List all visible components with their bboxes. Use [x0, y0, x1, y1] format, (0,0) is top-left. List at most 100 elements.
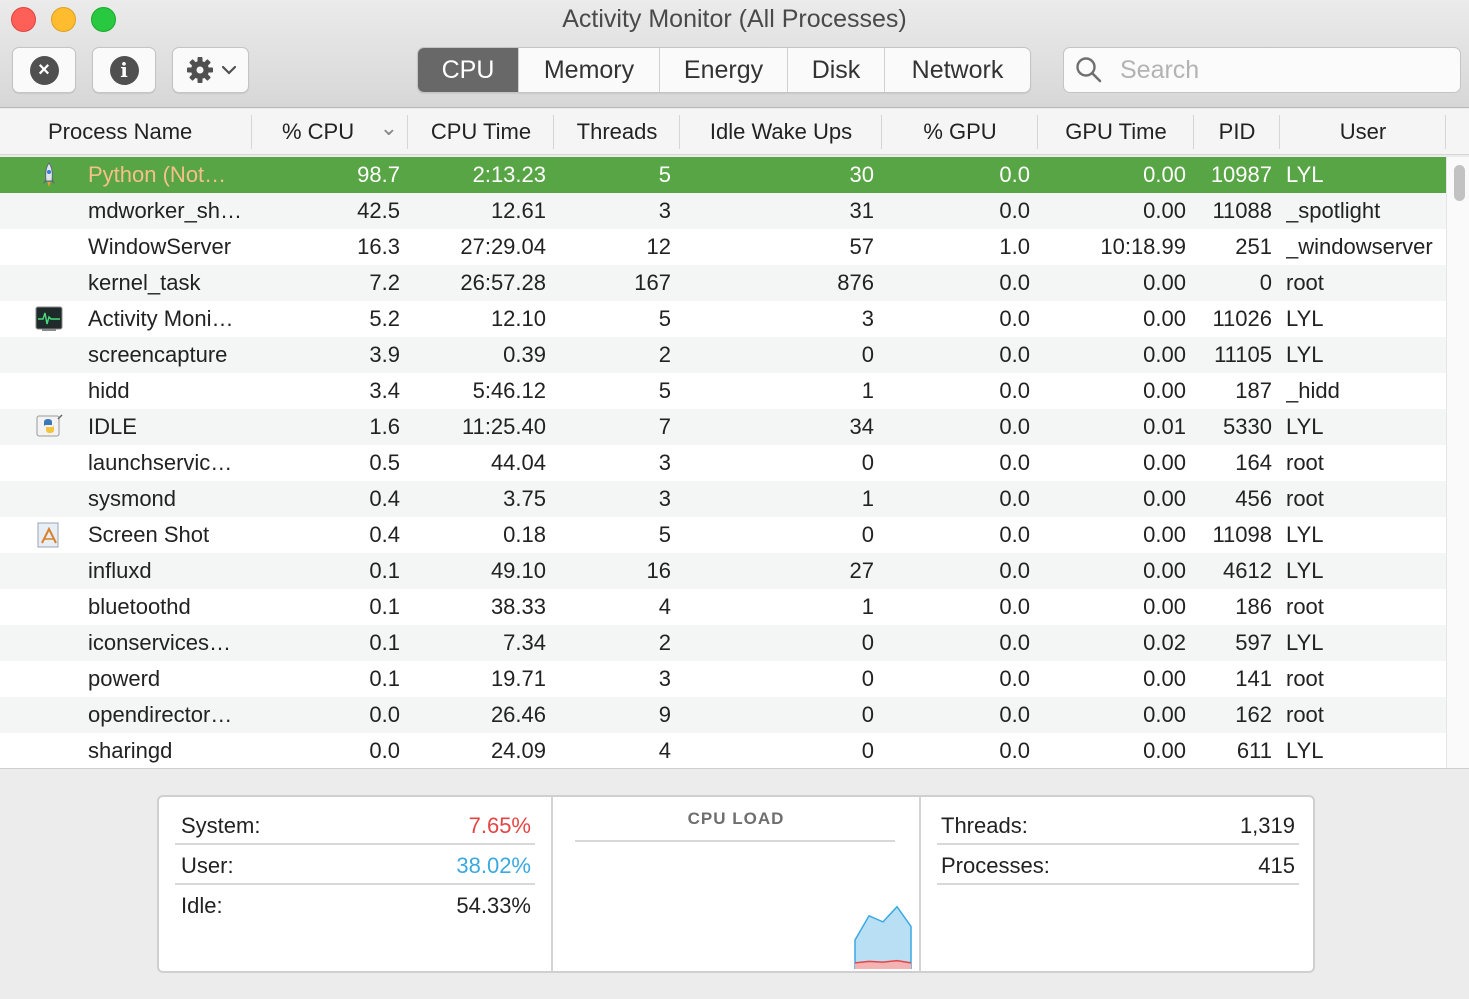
cell-user: LYL — [1286, 630, 1324, 655]
cell-idle-wake-ups: 34 — [849, 414, 874, 439]
python-idle-icon — [34, 413, 64, 441]
cell-idle-wake-ups: 1 — [861, 378, 874, 403]
column-header-pid[interactable]: PID — [1194, 109, 1280, 155]
column-header-gpu[interactable]: % GPU — [882, 109, 1038, 155]
cell-gpu-time: 0.00 — [1143, 450, 1186, 475]
cell-cpu: 0.1 — [369, 558, 400, 583]
table-row[interactable]: hidd 3.4 5:46.12 5 1 0.0 0.00 187 _hidd — [0, 373, 1446, 409]
table-row[interactable]: mdworker_sh… 42.5 12.61 3 31 0.0 0.00 11088 _spo… — [0, 193, 1446, 229]
cell-cpu-time: 49.10 — [490, 558, 546, 583]
cell-user: LYL — [1286, 558, 1324, 583]
stop-process-button[interactable]: × — [12, 47, 76, 93]
cell-threads: 5 — [658, 522, 671, 547]
cell-gpu: 0.0 — [999, 486, 1030, 511]
cell-gpu: 0.0 — [999, 306, 1030, 331]
cell-cpu: 42.5 — [357, 198, 400, 223]
cell-idle-wake-ups: 27 — [849, 558, 874, 583]
tab-disk[interactable]: Disk — [788, 48, 885, 92]
user-label: User: — [181, 853, 234, 878]
table-row[interactable]: influxd 0.1 49.10 16 27 0.0 0.00 4612 LYL — [0, 553, 1446, 589]
cell-gpu: 0.0 — [999, 414, 1030, 439]
cell-name: bluetoothd — [88, 594, 191, 619]
cell-user: LYL — [1286, 522, 1324, 547]
table-row[interactable]: Activity Moni… 5.2 12.10 5 3 0.0 0.00 11026 LYL — [0, 301, 1446, 337]
cell-user: root — [1286, 450, 1324, 475]
tab-cpu[interactable]: CPU — [418, 48, 519, 92]
cell-gpu: 0.0 — [999, 594, 1030, 619]
table-row[interactable]: kernel_task 7.2 26:57.28 167 876 0.0 0.00 0 root — [0, 265, 1446, 301]
cell-gpu-time: 0.00 — [1143, 306, 1186, 331]
tab-label: Disk — [811, 55, 861, 84]
cell-idle-wake-ups: 31 — [849, 198, 874, 223]
system-stat-row: System: 7.65% — [175, 805, 535, 845]
table-row[interactable]: screencapture 3.9 0.39 2 0 0.0 0.00 11105 LYL — [0, 337, 1446, 373]
table-row[interactable]: iconservices… 0.1 7.34 2 0 0.0 0.02 597 LYL — [0, 625, 1446, 661]
table-vertical-scrollbar[interactable] — [1446, 157, 1469, 769]
column-header-cpu-time[interactable]: CPU Time — [408, 109, 554, 155]
cell-gpu: 0.0 — [999, 522, 1030, 547]
cell-user: root — [1286, 270, 1324, 295]
tab-energy[interactable]: Energy — [660, 48, 788, 92]
scrollbar-thumb[interactable] — [1454, 165, 1465, 201]
search-input[interactable] — [1120, 55, 1440, 85]
cell-threads: 5 — [658, 162, 671, 187]
cell-cpu-time: 44.04 — [490, 450, 546, 475]
processes-stat-row: Processes: 415 — [937, 845, 1299, 885]
tab-network[interactable]: Network — [885, 48, 1030, 92]
column-header-process-name[interactable]: Process Name — [0, 109, 252, 155]
tab-memory[interactable]: Memory — [519, 48, 660, 92]
table-row[interactable]: Screen Shot 0.4 0.18 5 0 0.0 0.00 11098 LYL — [0, 517, 1446, 553]
cell-idle-wake-ups: 0 — [861, 702, 874, 727]
cpu-usage-breakdown: System: 7.65% User: 38.02% Idle: 54.33% — [159, 797, 553, 971]
stop-icon: × — [29, 55, 59, 85]
column-header-gpu-time[interactable]: GPU Time — [1038, 109, 1194, 155]
cell-name: iconservices… — [88, 630, 232, 655]
search-field[interactable] — [1063, 47, 1461, 93]
cell-cpu-time: 7.34 — [503, 630, 546, 655]
cell-pid: 11026 — [1212, 306, 1272, 331]
cell-gpu-time: 0.00 — [1143, 522, 1186, 547]
cell-gpu-time: 0.00 — [1143, 378, 1186, 403]
cell-gpu-time: 0.00 — [1143, 666, 1186, 691]
cell-user: LYL — [1286, 414, 1324, 439]
table-row[interactable]: bluetoothd 0.1 38.33 4 1 0.0 0.00 186 root — [0, 589, 1446, 625]
column-header-threads[interactable]: Threads — [554, 109, 680, 155]
table-row[interactable]: WindowServer 16.3 27:29.04 12 57 1.0 10:18.99 2… — [0, 229, 1446, 265]
cell-pid: 4612 — [1223, 558, 1272, 583]
cell-name: Activity Moni… — [88, 306, 234, 331]
table-row[interactable]: sharingd 0.0 24.09 4 0 0.0 0.00 611 LYL — [0, 733, 1446, 769]
idle-stat-row: Idle: 54.33% — [175, 885, 535, 925]
inspect-process-button[interactable]: i — [92, 47, 156, 93]
cell-idle-wake-ups: 0 — [861, 630, 874, 655]
table-row[interactable]: opendirector… 0.0 26.46 9 0 0.0 0.00 162 root — [0, 697, 1446, 733]
action-menu-button[interactable] — [172, 47, 249, 93]
screenshot-app-icon — [34, 521, 64, 549]
column-header-idle-wake-ups[interactable]: Idle Wake Ups — [680, 109, 882, 155]
cell-gpu-time: 0.00 — [1143, 738, 1186, 763]
table-row[interactable]: launchservic… 0.5 44.04 3 0 0.0 0.00 164 root — [0, 445, 1446, 481]
info-icon: i — [109, 55, 139, 85]
column-header-label: Process Name — [48, 119, 193, 144]
table-row[interactable]: IDLE 1.6 11:25.40 7 34 0.0 0.01 5330 LYL — [0, 409, 1446, 445]
cell-cpu-time: 12.10 — [490, 306, 546, 331]
column-header-label: User — [1339, 119, 1387, 144]
cell-gpu-time: 0.00 — [1143, 558, 1186, 583]
cell-cpu: 0.4 — [369, 522, 400, 547]
column-header-label: % CPU — [282, 119, 355, 144]
column-header-user[interactable]: User — [1280, 109, 1446, 155]
column-header-label: Threads — [576, 119, 658, 144]
column-header-cpu[interactable]: % CPU ⌄ — [252, 109, 408, 155]
table-row[interactable]: Python (Not… 98.7 2:13.23 5 30 0.0 0.00 10987 LY… — [0, 157, 1446, 193]
cell-pid: 456 — [1235, 486, 1272, 511]
table-row[interactable]: sysmond 0.4 3.75 3 1 0.0 0.00 456 root — [0, 481, 1446, 517]
cell-name: sharingd — [88, 738, 173, 763]
cell-gpu: 0.0 — [999, 702, 1030, 727]
cell-cpu-time: 24.09 — [490, 738, 546, 763]
table-row[interactable]: powerd 0.1 19.71 3 0 0.0 0.00 141 root — [0, 661, 1446, 697]
cell-gpu: 0.0 — [999, 162, 1030, 187]
cell-name: hidd — [88, 378, 130, 403]
cell-pid: 141 — [1235, 666, 1272, 691]
cell-gpu-time: 0.00 — [1143, 702, 1186, 727]
cell-threads: 7 — [658, 414, 671, 439]
cell-user: _hidd — [1286, 378, 1340, 403]
